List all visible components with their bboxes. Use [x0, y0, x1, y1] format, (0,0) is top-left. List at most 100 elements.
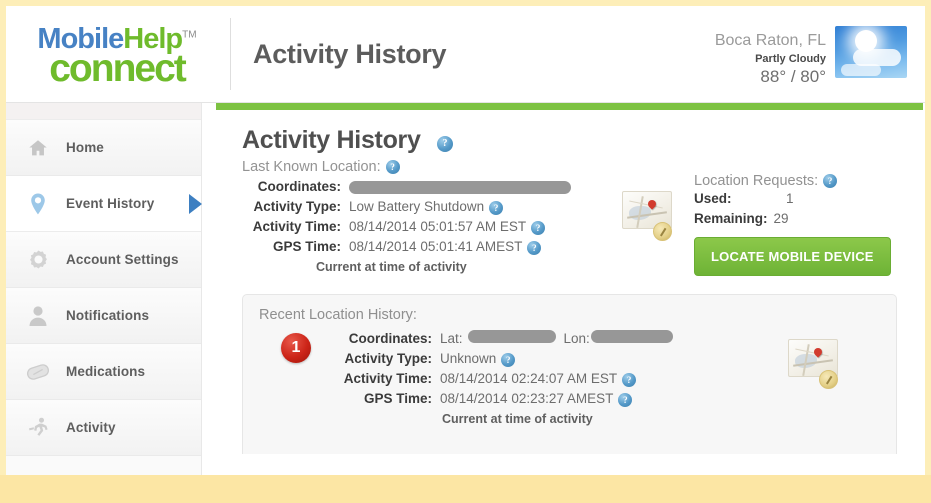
activity-time-row: Activity Time: 08/14/2014 05:01:57 AM ES…	[242, 217, 602, 237]
recent-location-history-title: Recent Location History:	[259, 307, 417, 323]
activity-type-value: Low Battery Shutdown	[349, 199, 485, 214]
green-accent-bar	[216, 103, 923, 110]
activity-time-label: Activity Time:	[343, 371, 432, 386]
main-title-row: Activity History ?	[242, 126, 907, 155]
current-at-time-note: Current at time of activity	[316, 260, 467, 274]
activity-time-row: Activity Time: 08/14/2014 02:24:07 AM ES…	[329, 369, 786, 389]
location-requests-section: Location Requests:? Used: 1 Remaining: 2…	[694, 159, 891, 276]
sidebar-item-event-history[interactable]: Event History	[6, 176, 202, 232]
sidebar-item-account-settings[interactable]: Account Settings	[6, 232, 201, 288]
gps-time-label: GPS Time:	[363, 391, 432, 406]
gps-time-row: GPS Time: 08/14/2014 02:23:27 AMEST ?	[329, 389, 786, 409]
location-requests-text: Location Requests:? Used: 1 Remaining: 2…	[694, 173, 891, 276]
logo-line-one: MobileHelpTM	[37, 23, 197, 56]
help-icon[interactable]: ?	[385, 160, 400, 175]
sidebar-item-label: Account Settings	[66, 252, 179, 267]
remaining-value: 29	[773, 211, 789, 226]
list-item: 1 Coordinates: Lat: Lon: Activity Type: …	[259, 329, 880, 426]
activity-type-value: Unknown	[440, 351, 497, 366]
coordinates-label: Coordinates:	[257, 179, 341, 194]
last-known-location-details: Last Known Location:? Coordinates: Activ…	[242, 159, 602, 274]
activity-history-heading: Activity History	[242, 126, 421, 154]
entry-number-badge: 1	[281, 333, 311, 363]
person-icon	[26, 304, 50, 328]
cloud-shape-lower	[841, 64, 881, 77]
entry-details: Coordinates: Lat: Lon: Activity Type: Un…	[329, 329, 786, 426]
active-indicator-arrow-icon	[189, 193, 202, 214]
help-icon[interactable]: ?	[527, 241, 542, 255]
redaction-bar	[349, 180, 571, 194]
mobilehelp-connect-logo[interactable]: MobileHelpTM connect	[6, 6, 228, 103]
gps-time-value: 08/14/2014 05:01:41 AMEST	[349, 239, 523, 254]
redaction-bar	[590, 330, 673, 343]
browser-viewport: MobileHelpTM connect Activity History Bo…	[6, 6, 925, 475]
sidebar-item-home[interactable]: Home	[6, 120, 201, 176]
last-known-location-label-row: Last Known Location:?	[242, 159, 602, 175]
page-body: Home Event History Account Settings Noti…	[6, 103, 925, 475]
weather-text-block: Boca Raton, FL Partly Cloudy 88° / 80°	[715, 26, 835, 87]
header-divider	[230, 18, 231, 90]
remaining-row: Remaining: 29	[694, 209, 891, 229]
weather-widget: Boca Raton, FL Partly Cloudy 88° / 80°	[715, 20, 907, 87]
page-bottom-bar	[0, 475, 931, 503]
used-value: 1	[786, 191, 794, 206]
help-icon[interactable]: ?	[437, 135, 454, 152]
site-header: MobileHelpTM connect Activity History Bo…	[6, 6, 925, 103]
partly-cloudy-icon	[835, 26, 907, 79]
current-at-time-note: Current at time of activity	[442, 412, 593, 426]
help-icon[interactable]: ?	[823, 174, 838, 188]
activity-type-label: Activity Type:	[344, 351, 432, 366]
main-content-inner: Activity History ? Last Known Location:?…	[214, 110, 925, 454]
used-row: Used: 1	[694, 189, 891, 209]
remaining-label: Remaining:	[694, 211, 768, 226]
coordinates-row: Coordinates:	[242, 177, 602, 197]
coordinates-row: Coordinates: Lat: Lon:	[329, 329, 786, 349]
map-thumbnail-icon[interactable]	[620, 189, 676, 241]
compass-icon	[653, 222, 672, 241]
gear-icon	[26, 248, 50, 272]
trademark-icon: TM	[182, 29, 197, 41]
activity-type-row: Activity Type: Low Battery Shutdown ?	[242, 197, 602, 217]
locate-mobile-device-button[interactable]: LOCATE MOBILE DEVICE	[694, 237, 891, 276]
recent-location-history-panel: Recent Location History: 1 Coordinates: …	[242, 294, 897, 454]
location-requests-label: Location Requests:	[694, 173, 819, 189]
lon-label: Lon:	[563, 331, 590, 346]
help-icon[interactable]: ?	[622, 373, 637, 387]
sidebar-item-activity[interactable]: Activity	[6, 400, 201, 456]
help-icon[interactable]: ?	[489, 201, 504, 215]
gps-time-value: 08/14/2014 02:23:27 AMEST	[440, 391, 614, 406]
sidebar-nav: Home Event History Account Settings Noti…	[6, 103, 202, 475]
map-thumbnail-icon[interactable]	[786, 337, 842, 389]
map-pin-icon	[26, 192, 50, 216]
weather-city: Boca Raton, FL	[714, 32, 826, 50]
home-icon	[26, 136, 50, 160]
coordinates-label: Coordinates:	[348, 331, 432, 346]
compass-icon	[819, 370, 838, 389]
runner-icon	[26, 416, 50, 440]
location-requests-title-row: Location Requests:?	[694, 173, 891, 189]
used-label: Used:	[694, 191, 732, 206]
redaction-bar	[467, 330, 556, 343]
activity-time-label: Activity Time:	[252, 219, 341, 234]
page-frame: MobileHelpTM connect Activity History Bo…	[0, 0, 931, 503]
help-icon[interactable]: ?	[531, 221, 546, 235]
sidebar-item-medications[interactable]: Medications	[6, 344, 201, 400]
sidebar-top-cap	[6, 103, 201, 120]
weather-temperature: 88° / 80°	[760, 67, 826, 87]
weather-condition: Partly Cloudy	[755, 52, 826, 65]
help-icon[interactable]: ?	[618, 393, 633, 407]
logo-text-connect: connect	[49, 46, 187, 90]
pill-icon	[26, 360, 50, 384]
logo-text-mobile: Mobile	[37, 23, 124, 56]
activity-time-value: 08/14/2014 05:01:57 AM EST	[349, 219, 527, 234]
activity-type-label: Activity Type:	[253, 199, 341, 214]
sidebar-item-notifications[interactable]: Notifications	[6, 288, 201, 344]
help-icon[interactable]: ?	[501, 353, 516, 367]
sidebar-item-label: Home	[66, 140, 104, 155]
sidebar-item-label: Activity	[66, 420, 116, 435]
sidebar-item-label: Event History	[66, 196, 155, 211]
coordinates-value-redacted	[349, 177, 571, 197]
sidebar-item-label: Medications	[66, 364, 146, 379]
last-known-location-label: Last Known Location:	[242, 159, 381, 175]
logo-text-help: Help	[123, 23, 183, 56]
